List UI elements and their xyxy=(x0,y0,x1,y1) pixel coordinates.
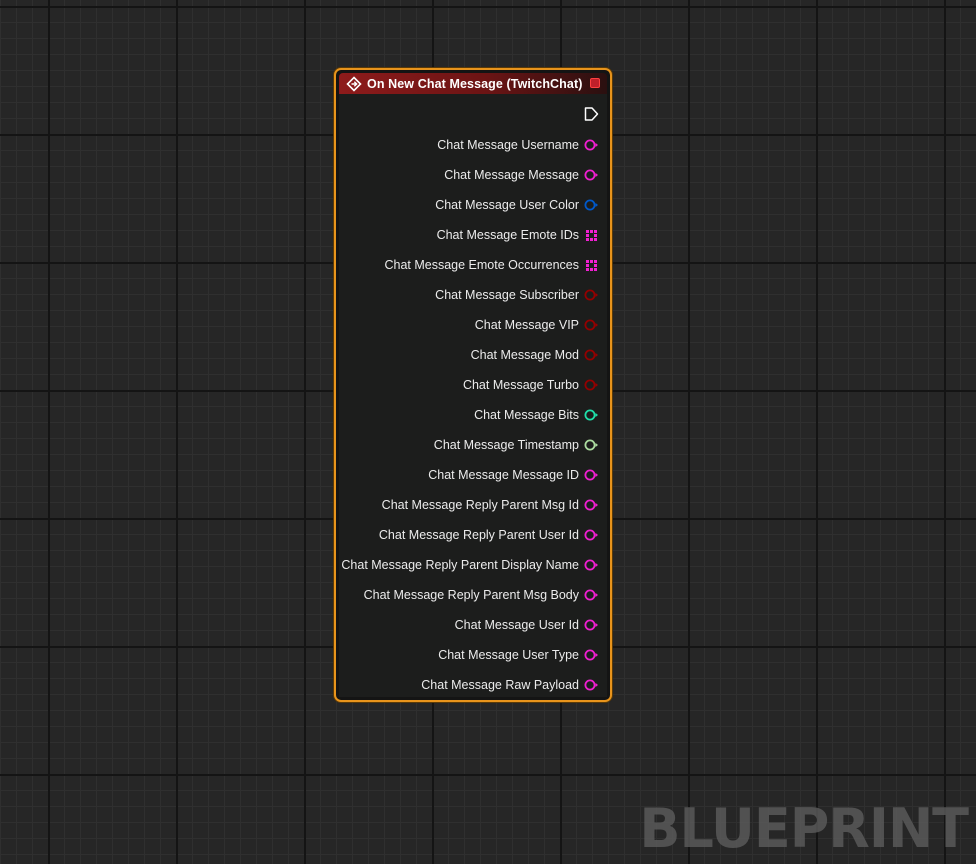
output-pin-row[interactable]: Chat Message Username xyxy=(437,135,607,155)
output-pin-row[interactable]: Chat Message Message ID xyxy=(428,465,607,485)
output-pin-row[interactable]: Chat Message VIP xyxy=(475,315,607,335)
output-pin-label: Chat Message Timestamp xyxy=(433,438,579,452)
output-pin-row[interactable]: Chat Message Subscriber xyxy=(435,285,607,305)
output-pin-label: Chat Message User Type xyxy=(438,648,579,662)
event-node[interactable]: On New Chat Message (TwitchChat) Chat Me… xyxy=(334,68,612,702)
output-pin-row[interactable]: Chat Message Reply Parent Msg Body xyxy=(364,585,607,605)
output-pin-label: Chat Message Message xyxy=(444,168,579,182)
output-pin-label: Chat Message Subscriber xyxy=(435,288,579,302)
string-pin-icon[interactable] xyxy=(583,467,599,483)
output-pin-row[interactable]: Chat Message Reply Parent Display Name xyxy=(341,555,607,575)
output-pin-label: Chat Message User Id xyxy=(454,618,579,632)
delegate-square-icon[interactable] xyxy=(590,78,600,88)
event-diamond-icon xyxy=(345,75,363,93)
output-pin-row[interactable]: Chat Message Emote IDs xyxy=(437,225,607,245)
int64-pin-icon[interactable] xyxy=(583,437,599,453)
string-pin-icon[interactable] xyxy=(583,167,599,183)
array-pin-icon[interactable] xyxy=(583,257,599,273)
output-pin-label: Chat Message Reply Parent Msg Body xyxy=(363,588,579,602)
output-pin-label: Chat Message Username xyxy=(437,138,579,152)
struct-pin-icon[interactable] xyxy=(583,197,599,213)
node-title: On New Chat Message (TwitchChat) xyxy=(367,76,583,91)
bool-pin-icon[interactable] xyxy=(583,287,599,303)
array-pin-icon[interactable] xyxy=(583,227,599,243)
output-pin-label: Chat Message Mod xyxy=(470,348,579,362)
output-pin-row[interactable]: Chat Message Timestamp xyxy=(434,435,607,455)
string-pin-icon[interactable] xyxy=(583,557,599,573)
bool-pin-icon[interactable] xyxy=(583,347,599,363)
output-pin-row[interactable]: Chat Message Bits xyxy=(474,405,607,425)
output-pin-row[interactable]: Chat Message User Id xyxy=(455,615,607,635)
string-pin-icon[interactable] xyxy=(583,527,599,543)
string-pin-icon[interactable] xyxy=(583,647,599,663)
output-pin-label: Chat Message Message ID xyxy=(428,468,579,482)
output-pin-row[interactable]: Chat Message Raw Payload xyxy=(421,675,607,695)
int-pin-icon[interactable] xyxy=(583,407,599,423)
output-pin-label: Chat Message Turbo xyxy=(462,378,579,392)
output-pin-row[interactable]: Chat Message User Type xyxy=(438,645,607,665)
bool-pin-icon[interactable] xyxy=(583,317,599,333)
string-pin-icon[interactable] xyxy=(583,137,599,153)
output-pin-row[interactable]: Chat Message Mod xyxy=(471,345,607,365)
output-pin-row[interactable]: Chat Message Turbo xyxy=(463,375,607,395)
blueprint-watermark: BLUEPRINT xyxy=(639,797,969,860)
bool-pin-icon[interactable] xyxy=(583,377,599,393)
output-pin-label: Chat Message Bits xyxy=(474,408,579,422)
output-pin-label: Chat Message Reply Parent User Id xyxy=(378,528,579,542)
output-pin-label: Chat Message Reply Parent Msg Id xyxy=(381,498,579,512)
output-pin-row[interactable]: Chat Message Message xyxy=(444,165,607,185)
output-pin-label: Chat Message Emote Occurrences xyxy=(384,258,579,272)
node-body: Chat Message Username Chat Message Messag… xyxy=(339,94,607,697)
string-pin-icon[interactable] xyxy=(583,497,599,513)
output-pin-label: Chat Message User Color xyxy=(435,198,579,212)
output-pin-label: Chat Message Reply Parent Display Name xyxy=(341,558,579,572)
output-pin-row[interactable]: Chat Message Reply Parent Msg Id xyxy=(382,495,607,515)
output-pin-label: Chat Message Raw Payload xyxy=(421,678,579,692)
output-pin-label: Chat Message Emote IDs xyxy=(436,228,579,242)
exec-output-arrow-icon[interactable] xyxy=(583,106,599,122)
output-pin-row[interactable]: Chat Message Reply Parent User Id xyxy=(379,525,607,545)
output-pin-row[interactable]: Chat Message User Color xyxy=(435,195,607,215)
output-pin-label: Chat Message VIP xyxy=(474,318,579,332)
string-pin-icon[interactable] xyxy=(583,677,599,693)
node-header[interactable]: On New Chat Message (TwitchChat) xyxy=(339,73,607,94)
string-pin-icon[interactable] xyxy=(583,617,599,633)
string-pin-icon[interactable] xyxy=(583,587,599,603)
output-pin-row[interactable]: Chat Message Emote Occurrences xyxy=(384,255,607,275)
